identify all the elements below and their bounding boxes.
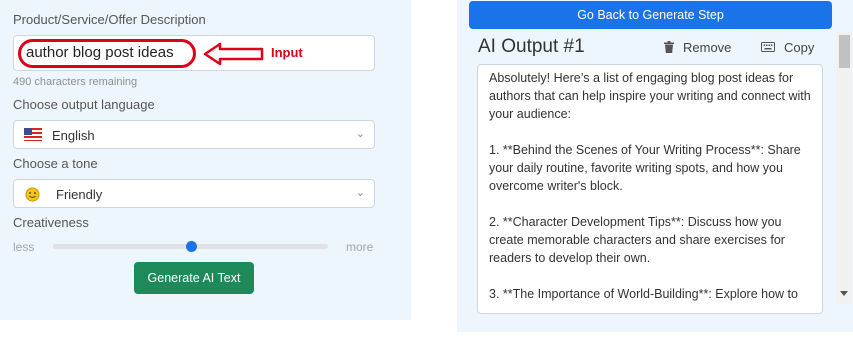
copy-button[interactable]: Copy xyxy=(761,36,814,58)
copy-label: Copy xyxy=(784,39,815,55)
language-value: English xyxy=(52,128,95,143)
tone-label: Choose a tone xyxy=(13,156,98,171)
go-back-button[interactable]: Go Back to Generate Step xyxy=(469,1,832,29)
panel-scrollbar[interactable] xyxy=(836,32,852,304)
chevron-down-icon: ⌄ xyxy=(355,187,365,199)
trash-icon xyxy=(664,41,674,53)
remove-button[interactable]: Remove xyxy=(664,36,731,58)
smiley-icon xyxy=(25,187,40,202)
chevron-down-icon: ⌄ xyxy=(355,128,365,140)
generate-ai-text-button[interactable]: Generate AI Text xyxy=(134,262,254,294)
tone-value: Friendly xyxy=(56,187,103,202)
creativity-label: Creativeness xyxy=(13,215,89,230)
output-content: Absolutely! Here’s a list of engaging bl… xyxy=(489,71,811,301)
annotation-arrow-icon xyxy=(203,42,264,66)
annotation-label: Input xyxy=(271,45,303,60)
scroll-down-arrow-icon[interactable] xyxy=(840,291,848,296)
language-label: Choose output language xyxy=(13,97,155,112)
tone-select[interactable]: Friendly ⌄ xyxy=(13,179,375,208)
output-title: AI Output #1 xyxy=(478,36,585,57)
language-select[interactable]: English ⌄ xyxy=(13,120,375,149)
creativity-min-label: less xyxy=(13,240,35,254)
keyboard-icon xyxy=(761,42,775,52)
us-flag-icon xyxy=(24,128,42,141)
scrollbar-thumb[interactable] xyxy=(839,35,850,68)
characters-remaining: 490 characters remaining xyxy=(13,76,138,88)
annotation-highlight-oval xyxy=(18,39,196,68)
remove-label: Remove xyxy=(683,39,732,55)
description-label: Product/Service/Offer Description xyxy=(13,12,206,27)
output-textarea[interactable]: Absolutely! Here’s a list of engaging bl… xyxy=(477,64,823,314)
generator-form-panel: Product/Service/Offer Description author… xyxy=(0,0,411,320)
creativity-slider-thumb[interactable] xyxy=(185,241,197,252)
creativity-max-label: more xyxy=(346,240,374,254)
creativity-slider[interactable] xyxy=(53,241,328,252)
ai-output-panel: Go Back to Generate Step AI Output #1 Re… xyxy=(457,0,853,332)
